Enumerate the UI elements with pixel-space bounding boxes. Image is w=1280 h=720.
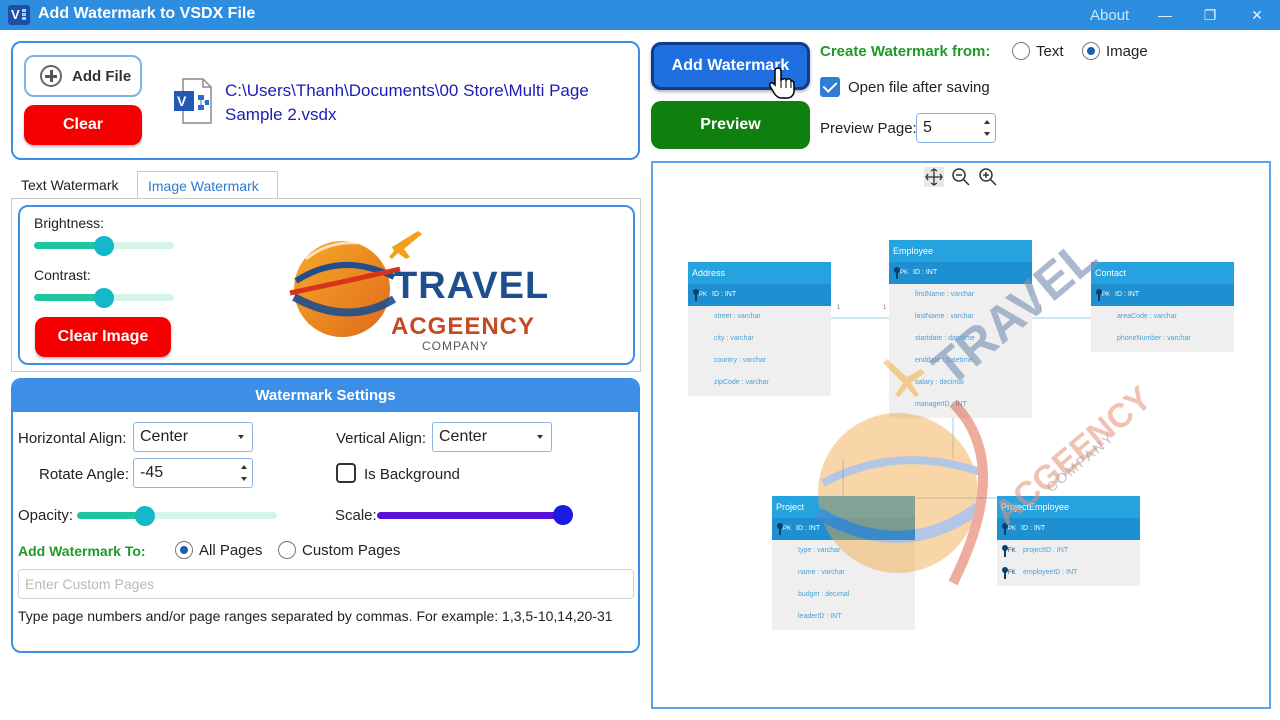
open-after-saving-checkbox[interactable] <box>820 77 840 97</box>
open-after-saving-label: Open file after saving <box>848 79 990 96</box>
er-pk-row: PK ID : INT <box>1091 284 1234 306</box>
vertical-align-label: Vertical Align: <box>336 430 427 447</box>
er-row: phoneNumber : varchar <box>1117 335 1191 342</box>
logo-text-travel: TRAVEL <box>394 265 550 307</box>
fk-tag: FK <box>1008 548 1016 554</box>
all-pages-label: All Pages <box>199 542 263 559</box>
rotate-angle-spinner[interactable]: -45 <box>133 458 253 488</box>
er-pk-text: ID : INT <box>1115 291 1140 298</box>
scale-label: Scale: <box>335 507 377 524</box>
horizontal-align-select[interactable]: Center <box>133 422 253 452</box>
source-image-label: Image <box>1106 43 1148 60</box>
clear-button[interactable]: Clear <box>24 105 142 145</box>
er-row-text: projectID : INT <box>1023 547 1069 554</box>
scale-track-filled[interactable] <box>377 512 557 519</box>
scale-slider-thumb[interactable] <box>553 505 573 525</box>
hand-cursor-icon <box>769 67 795 99</box>
er-table-title: Address <box>688 262 831 284</box>
source-text-label: Text <box>1036 43 1064 60</box>
vertical-align-select[interactable]: Center <box>432 422 552 452</box>
chevron-down-icon <box>537 435 543 439</box>
spinner-arrows-icon[interactable] <box>982 117 992 139</box>
svg-text:V: V <box>177 93 187 109</box>
er-table: Contact PK ID : INT areaCode : varchar ph… <box>1091 262 1234 352</box>
create-watermark-from-label: Create Watermark from: <box>820 43 991 60</box>
add-watermark-to-label: Add Watermark To: <box>18 543 146 559</box>
fk-tag: FK <box>1008 570 1016 576</box>
spinner-arrows-icon[interactable] <box>239 462 249 484</box>
horizontal-align-value: Center <box>140 428 189 445</box>
clear-image-button[interactable]: Clear Image <box>35 317 171 357</box>
source-image-radio[interactable] <box>1082 42 1100 60</box>
brightness-slider-thumb[interactable] <box>94 236 114 256</box>
title-bar: V Add Watermark to VSDX File About — ❐ ✕ <box>0 0 1280 30</box>
restore-button[interactable]: ❐ <box>1198 3 1222 27</box>
watermark-settings-header: Watermark Settings <box>13 380 638 412</box>
about-link[interactable]: About <box>1090 7 1129 24</box>
tab-image-watermark[interactable]: Image Watermark <box>137 171 278 199</box>
er-row: FK projectID : INT <box>997 540 1140 562</box>
custom-pages-hint: Type page numbers and/or page ranges sep… <box>18 608 613 624</box>
brightness-track[interactable] <box>104 242 174 249</box>
preview-page-spinner[interactable]: 5 <box>916 113 996 143</box>
close-button[interactable]: ✕ <box>1245 3 1269 27</box>
custom-pages-input[interactable]: Enter Custom Pages <box>18 569 634 599</box>
source-text-radio[interactable] <box>1012 42 1030 60</box>
preview-area[interactable]: 1 1 1 Address PK ID : INT street : varcha… <box>651 161 1271 709</box>
minimize-button[interactable]: — <box>1153 3 1177 27</box>
er-pk-row: PK ID : INT <box>688 284 831 306</box>
app-icon: V <box>8 5 30 25</box>
opacity-slider-thumb[interactable] <box>135 506 155 526</box>
rotate-angle-value: -45 <box>140 464 164 481</box>
relation-label: 1 <box>837 305 841 311</box>
preview-page-value: 5 <box>923 119 932 136</box>
contrast-track[interactable] <box>104 294 174 301</box>
preview-page-label: Preview Page: <box>820 120 917 137</box>
er-table-title: Employee <box>889 240 1032 262</box>
add-file-button[interactable]: Add File <box>24 55 142 97</box>
custom-pages-label: Custom Pages <box>302 542 401 559</box>
pk-tag: PK <box>783 526 792 532</box>
rotate-angle-label: Rotate Angle: <box>39 466 130 483</box>
file-path: C:\Users\Thanh\Documents\00 Store\Multi … <box>225 81 589 124</box>
er-pk-text: ID : INT <box>913 269 938 276</box>
pk-tag: PK <box>699 292 708 298</box>
er-row: street : varchar <box>714 313 761 320</box>
er-table-title: Contact <box>1091 262 1234 284</box>
er-row: leaderID : INT <box>798 613 842 620</box>
image-adjust-panel: Brightness: Contrast: Clear Image TRAVEL… <box>18 205 635 365</box>
tab-text-watermark[interactable]: Text Watermark <box>11 171 129 199</box>
preview-button[interactable]: Preview <box>651 101 810 149</box>
all-pages-radio[interactable] <box>175 541 193 559</box>
window-title: Add Watermark to VSDX File <box>38 5 256 22</box>
er-pk-text: ID : INT <box>1021 525 1046 532</box>
er-row: FK employeeID : INT <box>997 562 1140 584</box>
vertical-align-value: Center <box>439 428 488 445</box>
is-background-label: Is Background <box>364 466 460 483</box>
opacity-track[interactable] <box>145 512 277 519</box>
logo-text-company: COMPANY <box>422 339 489 353</box>
contrast-label: Contrast: <box>34 267 91 283</box>
image-watermark-tab-content: Brightness: Contrast: Clear Image TRAVEL… <box>11 198 641 372</box>
chevron-down-icon <box>238 435 244 439</box>
logo-text-agency: ACGEENCY <box>391 313 536 340</box>
file-panel: Add File Clear V C:\Users\Thanh\Document… <box>11 41 640 160</box>
opacity-label: Opacity: <box>18 507 74 524</box>
watermark-image-preview: TRAVEL ACGEENCY COMPANY <box>288 221 548 356</box>
contrast-slider-thumb[interactable] <box>94 288 114 308</box>
horizontal-align-label: Horizontal Align: <box>18 430 127 447</box>
er-row-text: employeeID : INT <box>1023 569 1078 576</box>
vsdx-file-icon: V <box>174 78 212 124</box>
is-background-checkbox[interactable] <box>336 463 356 483</box>
pk-tag: PK <box>900 270 909 276</box>
custom-pages-radio[interactable] <box>278 541 296 559</box>
watermark-settings-panel: Watermark Settings Horizontal Align: Cen… <box>11 378 640 653</box>
er-pk-text: ID : INT <box>712 291 737 298</box>
pk-tag: PK <box>1102 292 1111 298</box>
brightness-label: Brightness: <box>34 215 105 231</box>
er-row: areaCode : varchar <box>1117 313 1177 320</box>
relation-label: 1 <box>883 305 887 311</box>
add-file-label: Add File <box>72 68 132 85</box>
plus-circle-icon <box>40 65 62 87</box>
